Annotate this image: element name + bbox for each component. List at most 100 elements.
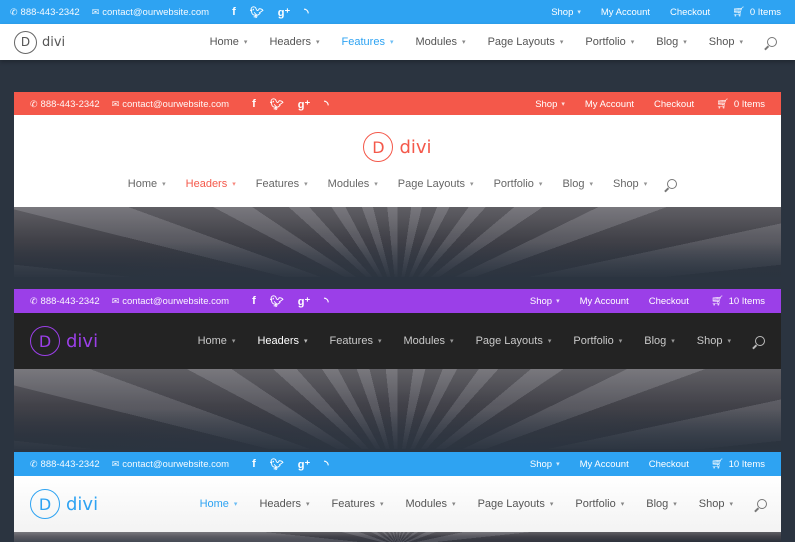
logo[interactable]: D divi: [363, 132, 432, 162]
menu-item-shop[interactable]: Shop ▾: [699, 498, 733, 510]
menu-item-page-layouts[interactable]: Page Layouts ▾: [478, 498, 554, 510]
menu-item-headers[interactable]: Headers ▾: [269, 36, 319, 48]
rss-icon[interactable]: ◝: [304, 6, 308, 19]
logo[interactable]: D divi: [30, 326, 98, 356]
email-contact[interactable]: ✉ contact@ourwebsite.com: [112, 99, 229, 110]
menu-item-features[interactable]: Features ▾: [256, 178, 308, 190]
phone-contact[interactable]: ✆ 888-443-2342: [30, 459, 100, 470]
menu-item-page-layouts[interactable]: Page Layouts ▾: [488, 36, 564, 48]
phone-icon: ✆: [10, 6, 18, 17]
search-icon[interactable]: [767, 37, 777, 47]
topbar-checkout-link[interactable]: Checkout: [670, 7, 710, 18]
phone-contact[interactable]: ✆ 888-443-2342: [30, 99, 100, 110]
chevron-down-icon: ▾: [538, 181, 543, 188]
menu-item-modules[interactable]: Modules ▾: [328, 178, 378, 190]
menu-item-home[interactable]: Home ▾: [210, 36, 248, 48]
topbar-account-link[interactable]: My Account: [580, 296, 629, 307]
twitter-icon[interactable]: 🐦︎: [270, 458, 284, 471]
googleplus-icon[interactable]: g⁺: [298, 98, 311, 111]
menu-item-headers[interactable]: Headers ▾: [259, 498, 309, 510]
topbar-checkout-link[interactable]: Checkout: [649, 459, 689, 470]
menu: Home ▾ Headers ▾ Features ▾ Modules ▾ Page L…: [198, 335, 765, 347]
social-links: f 🐦︎ g⁺ ◝: [245, 458, 335, 471]
hero-image: [14, 207, 781, 277]
menu-item-shop[interactable]: Shop ▾: [697, 335, 731, 347]
menu-item-portfolio[interactable]: Portfolio ▾: [575, 498, 624, 510]
menu-item-blog[interactable]: Blog ▾: [656, 36, 687, 48]
facebook-icon[interactable]: f: [232, 6, 236, 18]
topbar-shop-link[interactable]: Shop ▾: [530, 296, 560, 307]
topbar-checkout-link[interactable]: Checkout: [654, 99, 694, 110]
logo-mark: D: [30, 489, 60, 519]
twitter-icon[interactable]: 🐦︎: [250, 6, 264, 19]
email-contact[interactable]: ✉ contact@ourwebsite.com: [112, 296, 229, 307]
cart-link[interactable]: 🛒︎ 10 Items: [711, 296, 765, 307]
facebook-icon[interactable]: f: [252, 98, 256, 110]
social-links: f 🐦︎ g⁺ ◝: [225, 6, 315, 19]
cart-icon: 🛒︎: [732, 6, 745, 18]
menu-item-shop[interactable]: Shop ▾: [709, 36, 743, 48]
chevron-down-icon: ▾: [374, 181, 378, 188]
topbar-shop-link[interactable]: Shop ▾: [535, 99, 565, 110]
chevron-down-icon: ▾: [243, 39, 248, 46]
facebook-icon[interactable]: f: [252, 295, 256, 307]
facebook-icon[interactable]: f: [252, 458, 256, 470]
cart-link[interactable]: 🛒︎ 0 Items: [732, 7, 781, 18]
topbar-checkout-link[interactable]: Checkout: [649, 296, 689, 307]
chevron-down-icon: ▾: [547, 338, 552, 345]
menu-item-portfolio[interactable]: Portfolio ▾: [585, 36, 634, 48]
search-icon[interactable]: [667, 179, 678, 189]
googleplus-icon[interactable]: g⁺: [298, 458, 311, 471]
menu-item-portfolio[interactable]: Portfolio ▾: [573, 335, 622, 347]
menu-item-modules[interactable]: Modules ▾: [405, 498, 455, 510]
phone-contact[interactable]: ✆ 888-443-2342: [30, 296, 100, 307]
menu-item-features[interactable]: Features ▾: [332, 498, 384, 510]
googleplus-icon[interactable]: g⁺: [278, 6, 291, 19]
search-icon[interactable]: [757, 499, 767, 509]
topbar-account-link[interactable]: My Account: [601, 7, 650, 18]
topbar-account-link[interactable]: My Account: [585, 99, 634, 110]
menu-item-blog[interactable]: Blog ▾: [562, 178, 593, 190]
cart-link[interactable]: 🛒︎ 0 Items: [716, 99, 765, 110]
rss-icon[interactable]: ◝: [324, 458, 328, 471]
menu-item-home[interactable]: Home ▾: [198, 335, 236, 347]
menu-item-headers[interactable]: Headers ▾: [257, 335, 307, 347]
menu-item-modules[interactable]: Modules ▾: [403, 335, 453, 347]
menu-item-features[interactable]: Features ▾: [330, 335, 382, 347]
email-contact[interactable]: ✉ contact@ourwebsite.com: [92, 7, 209, 18]
twitter-icon[interactable]: 🐦︎: [270, 295, 284, 308]
email-contact[interactable]: ✉ contact@ourwebsite.com: [112, 459, 229, 470]
chevron-down-icon: ▾: [729, 501, 733, 508]
menu-item-home[interactable]: Home ▾: [128, 178, 166, 190]
logo[interactable]: D divi: [30, 489, 98, 519]
menu-item-page-layouts[interactable]: Page Layouts ▾: [398, 178, 474, 190]
search-icon[interactable]: [755, 336, 765, 346]
cart-icon: 🛒︎: [710, 295, 724, 307]
rss-icon[interactable]: ◝: [324, 295, 328, 308]
hero-image: [14, 369, 781, 449]
menu-item-modules[interactable]: Modules ▾: [415, 36, 465, 48]
menu-item-shop[interactable]: Shop ▾: [613, 178, 647, 190]
googleplus-icon[interactable]: g⁺: [298, 295, 311, 308]
top-bar-2: ✆ 888-443-2342 ✉ contact@ourwebsite.com …: [14, 92, 781, 116]
phone-contact[interactable]: ✆ 888-443-2342: [10, 7, 80, 18]
cart-icon: 🛒︎: [716, 98, 729, 110]
topbar-shop-link[interactable]: Shop ▾: [551, 7, 581, 18]
menu-item-portfolio[interactable]: Portfolio ▾: [494, 178, 543, 190]
topbar-account-link[interactable]: My Account: [580, 459, 629, 470]
chevron-down-icon: ▾: [162, 181, 166, 188]
topbar-shop-link[interactable]: Shop ▾: [530, 459, 560, 470]
menu-item-headers[interactable]: Headers ▾: [186, 178, 236, 190]
rss-icon[interactable]: ◝: [324, 98, 328, 111]
menu-item-features[interactable]: Features ▾: [342, 36, 394, 48]
menu-item-blog[interactable]: Blog ▾: [644, 335, 675, 347]
cart-link[interactable]: 🛒︎ 10 Items: [711, 459, 765, 470]
menu-item-home[interactable]: Home ▾: [200, 498, 238, 510]
envelope-icon: ✉: [111, 98, 120, 109]
top-bar-1: ✆ 888-443-2342 ✉ contact@ourwebsite.com …: [0, 0, 795, 24]
twitter-icon[interactable]: 🐦︎: [270, 98, 284, 111]
main-nav-2: D divi Home ▾ Headers ▾ Features ▾ Modules ▾…: [14, 115, 781, 207]
menu-item-page-layouts[interactable]: Page Layouts ▾: [476, 335, 552, 347]
logo[interactable]: D divi: [14, 30, 65, 54]
menu-item-blog[interactable]: Blog ▾: [646, 498, 677, 510]
